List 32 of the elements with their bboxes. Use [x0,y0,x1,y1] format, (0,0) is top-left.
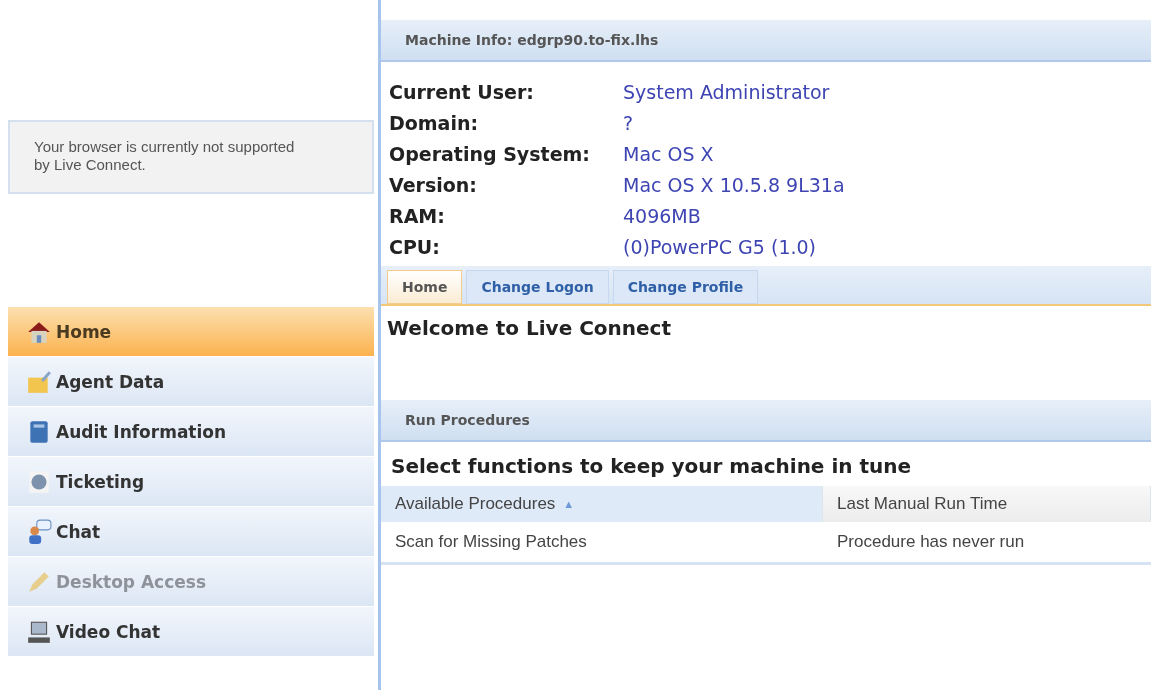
panel-header: Run Procedures [381,400,1151,442]
folder-icon [26,368,52,395]
field-value: ? [623,111,634,134]
welcome-heading: Welcome to Live Connect [386,315,673,342]
table-cell-text: Scan for Missing Patches [394,531,588,553]
field-value: 4096MB [623,204,701,227]
column-header[interactable]: Available Procedures ▲ [381,486,823,522]
sidebar-item[interactable]: Home [8,307,374,357]
field-value: System Administrator [623,80,830,103]
column-header[interactable]: Last Manual Run Time [823,486,1151,522]
field-label: RAM: [389,204,446,227]
section-heading: Select functions to keep your machine in tune [390,453,913,480]
sidebar-item[interactable]: Audit Information [8,407,374,457]
sidebar-item[interactable]: Chat [8,507,374,557]
field-label: Version: [389,173,478,196]
sidebar-item[interactable]: Ticketing [8,457,374,507]
field-label: Current User: [389,80,535,103]
field-value: Mac OS X 10.5.8 9L31a [623,173,845,196]
person-icon [26,518,52,545]
field-value: Mac OS X [623,142,714,165]
tab[interactable]: Change Logon [466,270,609,304]
table-cell-text: Procedure has never run [836,531,1026,553]
tab[interactable]: Change Profile [612,270,759,304]
field-value: (0)PowerPC G5 (1.0) [623,235,816,258]
field-label: Operating System: [389,142,591,165]
panel-header: Machine Info: edgrp90.to-fix.lhs [381,20,1151,62]
tab[interactable]: Home [387,270,463,304]
sidebar-item[interactable]: Agent Data [8,357,374,407]
field-label: Domain: [389,111,480,134]
notice-message: Your browser is currently not supported by Live Connect. [8,120,374,194]
sidebar-item[interactable]: Video Chat [8,607,374,657]
field-label: CPU: [389,235,441,258]
